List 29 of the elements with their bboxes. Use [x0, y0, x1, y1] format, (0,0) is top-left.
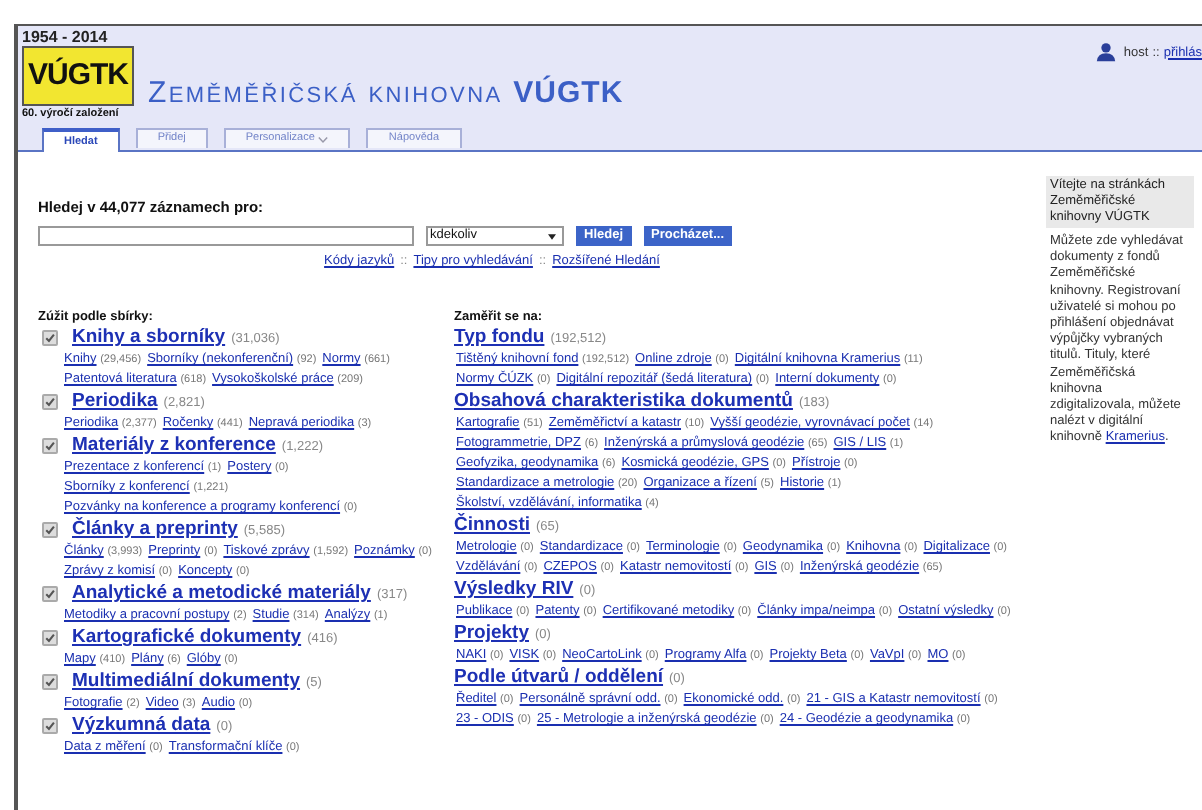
collection-link[interactable]: Materiály z konference — [72, 434, 276, 456]
search-field[interactable] — [38, 226, 414, 246]
checkbox[interactable] — [42, 394, 58, 410]
facet-link[interactable]: Obsahová charakteristika dokumentů — [454, 390, 793, 412]
checkbox[interactable] — [42, 330, 58, 346]
facet-link[interactable]: Podle útvarů / oddělení — [454, 666, 664, 688]
logo-years: 1954 - 2014 — [22, 28, 108, 46]
collection-link[interactable]: Multimediální dokumenty — [72, 670, 301, 692]
collection-link[interactable]: Analytické a metodické materiály — [72, 582, 371, 604]
user-icon — [1095, 42, 1116, 62]
facet-link[interactable]: Výsledky RIV — [454, 578, 574, 600]
collection-link[interactable]: Výzkumná data — [72, 714, 211, 736]
checkbox[interactable] — [42, 522, 58, 538]
collection-link[interactable]: Kartografické dokumenty — [72, 626, 302, 648]
facet-link[interactable]: Projekty — [454, 622, 529, 644]
collection-link[interactable]: Články a preprinty — [72, 518, 238, 540]
facet-link[interactable]: Typ fondu — [454, 326, 545, 348]
collection-link[interactable]: Knihy a sborníky — [72, 326, 226, 348]
caret-icon — [548, 233, 556, 239]
checkbox[interactable] — [42, 674, 58, 690]
checkbox[interactable] — [42, 438, 58, 454]
logo[interactable]: VÚGTK — [22, 46, 134, 106]
facet-link[interactable]: Činnosti — [454, 514, 530, 536]
caret-icon — [318, 135, 329, 143]
checkbox[interactable] — [42, 586, 58, 602]
collection-link[interactable]: Periodika — [72, 390, 158, 412]
checkbox[interactable] — [42, 718, 58, 734]
site-title: Zeměměřičská knihovna VÚGTK — [148, 76, 624, 110]
checkbox[interactable] — [42, 630, 58, 646]
